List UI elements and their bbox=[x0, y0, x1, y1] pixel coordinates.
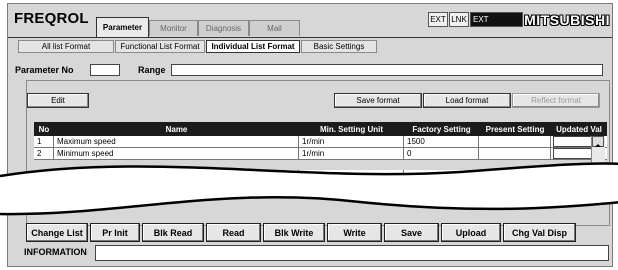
save-format-button[interactable]: Save format bbox=[334, 93, 422, 108]
table-row[interactable]: 1500 bbox=[34, 170, 607, 186]
col-no: No bbox=[38, 124, 50, 134]
reflect-format-button: Reflect format bbox=[512, 93, 600, 108]
blk-write-button[interactable]: Blk Write bbox=[263, 223, 325, 242]
col-updated-val: Updated Val bbox=[556, 124, 602, 134]
chg-val-disp-button[interactable]: Chg Val Disp bbox=[503, 223, 576, 242]
app-logo: FREQROL bbox=[14, 10, 89, 27]
arrow-up-icon bbox=[595, 144, 601, 147]
row-present bbox=[479, 170, 551, 185]
col-name: Name bbox=[165, 124, 188, 134]
subtab-basic-settings[interactable]: Basic Settings bbox=[301, 40, 377, 53]
blk-read-button[interactable]: Blk Read bbox=[142, 223, 204, 242]
row-name: Minimum speed bbox=[54, 148, 299, 159]
range-input[interactable] bbox=[171, 64, 603, 76]
table-row[interactable]: 2 Minimum speed 1r/min 0 bbox=[34, 148, 607, 160]
row-name bbox=[54, 170, 299, 185]
save-button[interactable]: Save bbox=[384, 223, 439, 242]
pr-init-button[interactable]: Pr Init bbox=[90, 223, 140, 242]
load-format-button[interactable]: Load format bbox=[423, 93, 511, 108]
row-no: 2 bbox=[34, 148, 54, 159]
row-no bbox=[34, 170, 54, 185]
row-factory: 1500 bbox=[404, 170, 479, 185]
table-row[interactable]: 1 Maximum speed 1r/min 1500 bbox=[34, 136, 607, 148]
row-factory: 0 bbox=[404, 148, 479, 159]
tab-diagnosis[interactable]: Diagnosis bbox=[198, 20, 249, 36]
lnk-indicator: LNK bbox=[449, 12, 469, 27]
tab-monitor[interactable]: Monitor bbox=[149, 20, 198, 36]
edit-button[interactable]: Edit bbox=[27, 93, 89, 108]
row-name: Maximum speed bbox=[54, 136, 299, 147]
read-button[interactable]: Read bbox=[206, 223, 261, 242]
range-label: Range bbox=[138, 65, 166, 75]
col-present-setting: Present Setting bbox=[485, 124, 545, 134]
row-present bbox=[479, 148, 551, 159]
subtab-all-list-format[interactable]: All list Format bbox=[18, 40, 114, 53]
tab-divider bbox=[8, 37, 612, 38]
subtab-functional-list-format[interactable]: Functional List Format bbox=[115, 40, 205, 53]
col-factory-setting: Factory Setting bbox=[412, 124, 471, 134]
row-unit bbox=[299, 170, 404, 185]
parameter-no-input[interactable] bbox=[90, 64, 120, 76]
write-button[interactable]: Write bbox=[327, 223, 382, 242]
row-no: 1 bbox=[34, 136, 54, 147]
brand-logo: MITSUBISHI bbox=[524, 12, 610, 28]
change-list-button[interactable]: Change List bbox=[26, 223, 88, 242]
scroll-up-button[interactable] bbox=[592, 136, 604, 147]
tab-mail[interactable]: Mail bbox=[249, 20, 300, 36]
subtab-individual-list-format[interactable]: Individual List Format bbox=[206, 40, 300, 53]
upload-button[interactable]: Upload bbox=[441, 223, 501, 242]
row-present bbox=[479, 136, 551, 147]
ext-status-indicator: EXT bbox=[470, 12, 523, 27]
information-field bbox=[95, 245, 609, 261]
tab-parameter[interactable]: Parameter bbox=[96, 17, 149, 37]
freqrol-window: FREQROL Parameter Monitor Diagnosis Mail… bbox=[0, 3, 618, 267]
table-scrollbar[interactable] bbox=[591, 136, 605, 184]
ext-indicator: EXT bbox=[428, 12, 448, 27]
row-unit: 1r/min bbox=[299, 148, 404, 159]
parameter-no-label: Parameter No bbox=[15, 65, 74, 75]
row-factory: 1500 bbox=[404, 136, 479, 147]
col-min-setting-unit: Min. Setting Unit bbox=[319, 124, 384, 134]
row-unit: 1r/min bbox=[299, 136, 404, 147]
information-label: INFORMATION bbox=[24, 247, 87, 257]
table-header: No Name Min. Setting Unit Factory Settin… bbox=[34, 122, 607, 136]
